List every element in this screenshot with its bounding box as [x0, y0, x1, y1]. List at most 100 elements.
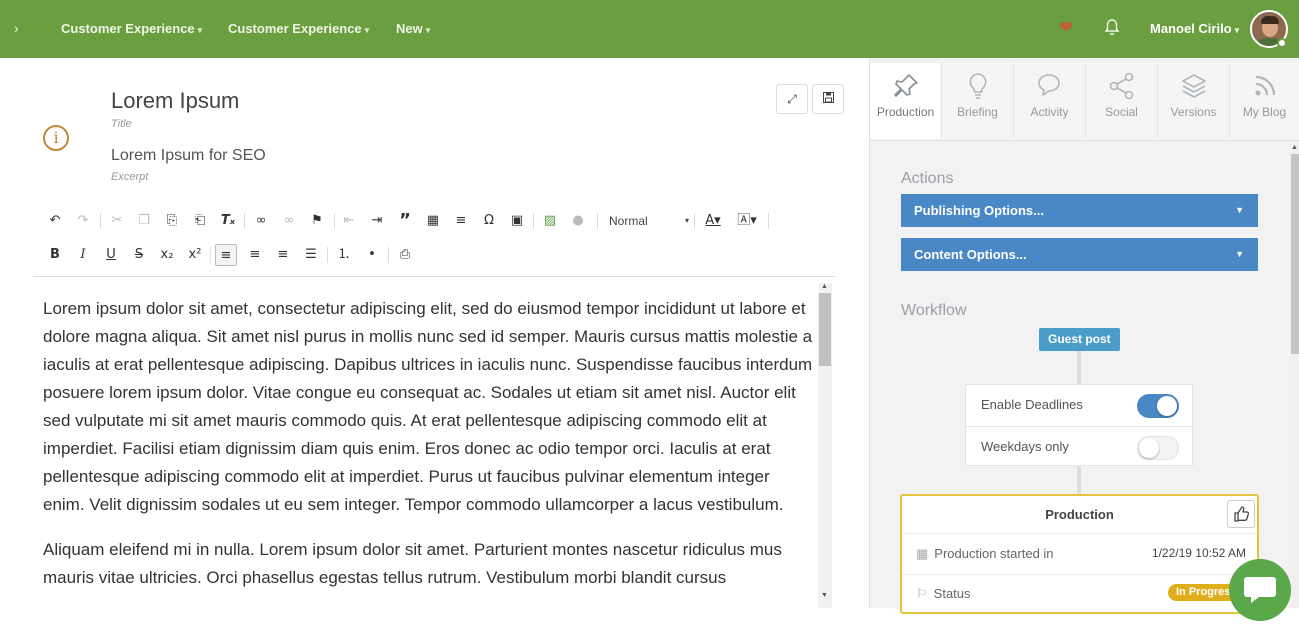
approve-button[interactable]: [1227, 500, 1255, 528]
scroll-thumb[interactable]: [1291, 154, 1299, 354]
unlink-icon[interactable]: ∞: [278, 210, 300, 232]
weekdays-only-row: Weekdays only: [966, 426, 1192, 466]
tab-production[interactable]: Production: [870, 63, 942, 139]
production-started-row: ▦ Production started in 1/22/19 10:52 AM: [916, 546, 1246, 562]
button-label: Content Options...: [914, 247, 1027, 262]
actions-title: Actions: [901, 170, 954, 187]
link-icon[interactable]: ∞: [250, 210, 272, 232]
align-left-icon[interactable]: ≡: [215, 244, 237, 266]
tab-label: Production: [876, 105, 935, 119]
format-select[interactable]: Normal ▾: [609, 210, 689, 232]
special-character-icon[interactable]: Ω: [478, 210, 500, 232]
enable-deadlines-toggle[interactable]: [1137, 394, 1179, 418]
tab-versions[interactable]: Versions: [1158, 63, 1230, 139]
expand-button[interactable]: ⤢: [776, 84, 808, 114]
indent-icon[interactable]: ⇥: [366, 210, 388, 232]
save-button[interactable]: [812, 84, 844, 114]
text-color-icon[interactable]: A▾: [702, 210, 724, 232]
heart-icon[interactable]: ❤: [1059, 18, 1073, 38]
scroll-thumb[interactable]: [819, 293, 831, 366]
subscript-icon[interactable]: x₂: [156, 244, 178, 266]
align-justify-icon[interactable]: ☰: [300, 244, 322, 266]
deadline-options: Enable Deadlines Weekdays only: [965, 384, 1193, 466]
background-color-icon[interactable]: 🄰▾: [736, 210, 758, 232]
toolbar-divider: [33, 276, 835, 277]
italic-icon[interactable]: I: [72, 244, 94, 266]
clear-format-icon[interactable]: Tₓ: [217, 210, 239, 232]
superscript-icon[interactable]: x²: [184, 244, 206, 266]
chevron-down-icon: ▾: [425, 25, 431, 35]
top-bar: › Customer Experience ▾ Customer Experien…: [0, 0, 1299, 58]
bell-icon[interactable]: [1104, 18, 1120, 36]
publishing-options-button[interactable]: Publishing Options... ▼: [901, 194, 1258, 227]
image-icon[interactable]: ▨: [539, 210, 561, 232]
chat-button[interactable]: [1229, 559, 1291, 621]
bold-icon[interactable]: B: [44, 244, 66, 266]
menu-label: New: [396, 21, 423, 36]
info-icon[interactable]: i: [43, 125, 69, 151]
table-icon[interactable]: ▦: [422, 210, 444, 232]
menu-new[interactable]: New ▾: [396, 21, 430, 36]
tab-activity[interactable]: Activity: [1014, 63, 1086, 139]
comment-icon[interactable]: ●: [567, 210, 589, 232]
tab-label: Briefing: [957, 105, 998, 119]
calendar-icon: ▦: [916, 546, 929, 561]
editor-toolbar-row-1: ↶ ↷ ✂ ❐ ⎘ ⎗ Tₓ ∞ ∞ ⚑ ⇤ ⇥ ” ▦ ≡ Ω ▣ ▨ ● N…: [42, 210, 782, 234]
blockquote-icon[interactable]: ”: [394, 210, 416, 232]
redo-icon[interactable]: ↷: [72, 210, 94, 232]
online-status-icon: [1277, 38, 1287, 48]
tab-label: Versions: [1170, 105, 1217, 119]
chevron-down-icon: ▼: [1235, 249, 1244, 259]
strikethrough-icon[interactable]: S: [128, 244, 150, 266]
undo-icon[interactable]: ↶: [44, 210, 66, 232]
copy-icon[interactable]: ❐: [133, 210, 155, 232]
paragraph[interactable]: Aliquam eleifend mi in nulla. Lorem ipsu…: [43, 536, 813, 592]
user-menu[interactable]: Manoel Cirilo ▾: [1150, 21, 1239, 36]
source-code-icon[interactable]: ⎙: [394, 244, 416, 266]
menu-customer-experience-1[interactable]: Customer Experience ▾: [61, 21, 202, 36]
title-label: Title: [111, 118, 132, 130]
align-center-icon[interactable]: ≡: [244, 244, 266, 266]
excerpt-field[interactable]: Lorem Ipsum for SEO: [111, 147, 266, 165]
title-field[interactable]: Lorem Ipsum: [111, 88, 239, 114]
tab-social[interactable]: Social: [1086, 63, 1158, 139]
paste-text-icon[interactable]: ⎗: [189, 210, 211, 232]
menu-customer-experience-2[interactable]: Customer Experience ▾: [228, 21, 369, 36]
anchor-flag-icon[interactable]: ⚑: [306, 210, 328, 232]
editor-scrollbar[interactable]: ▲ ▼: [818, 283, 832, 608]
paste-icon[interactable]: ⎘: [161, 210, 183, 232]
editor-content[interactable]: Lorem ipsum dolor sit amet, consectetur …: [43, 295, 813, 609]
weekdays-only-toggle[interactable]: [1137, 436, 1179, 460]
content-options-button[interactable]: Content Options... ▼: [901, 238, 1258, 271]
paragraph[interactable]: Lorem ipsum dolor sit amet, consectetur …: [43, 295, 813, 519]
excerpt-label: Excerpt: [111, 171, 149, 183]
numbered-list-icon[interactable]: ⒈: [333, 244, 355, 266]
user-name: Manoel Cirilo: [1150, 21, 1232, 36]
panel-scrollbar[interactable]: ▲: [1290, 144, 1299, 608]
share-icon: [1109, 72, 1133, 100]
chevron-down-icon: ▾: [197, 25, 203, 35]
tab-my-blog[interactable]: My Blog: [1230, 63, 1299, 139]
tab-briefing[interactable]: Briefing: [942, 63, 1014, 139]
chevron-down-icon: ▼: [1235, 205, 1244, 215]
horizontal-rule-icon[interactable]: ≡: [450, 210, 472, 232]
rss-icon: [1255, 75, 1275, 96]
panel-tabs: Production Briefing Activity Social Vers…: [870, 63, 1299, 143]
cut-icon[interactable]: ✂: [106, 210, 128, 232]
outdent-icon[interactable]: ⇤: [338, 210, 360, 232]
editor-toolbar-row-2: B I U S x₂ x² ≡ ≡ ≡ ☰ ⒈ • ⎙: [42, 244, 442, 268]
status-label: Status: [933, 586, 971, 601]
sidebar-toggle-icon[interactable]: ›: [14, 20, 19, 36]
underline-icon[interactable]: U: [100, 244, 122, 266]
started-label: Production started in: [934, 546, 1054, 561]
guest-post-badge[interactable]: Guest post: [1039, 328, 1120, 351]
scroll-down-icon[interactable]: ▼: [821, 592, 828, 599]
scroll-up-icon[interactable]: ▲: [1291, 144, 1298, 151]
bullet-list-icon[interactable]: •: [361, 244, 383, 266]
chat-icon: [1244, 577, 1276, 603]
youtube-icon[interactable]: ▣: [506, 210, 528, 232]
align-right-icon[interactable]: ≡: [272, 244, 294, 266]
scroll-up-icon[interactable]: ▲: [821, 283, 828, 290]
format-select-value: Normal: [609, 214, 648, 228]
enable-deadlines-label: Enable Deadlines: [981, 397, 1083, 412]
